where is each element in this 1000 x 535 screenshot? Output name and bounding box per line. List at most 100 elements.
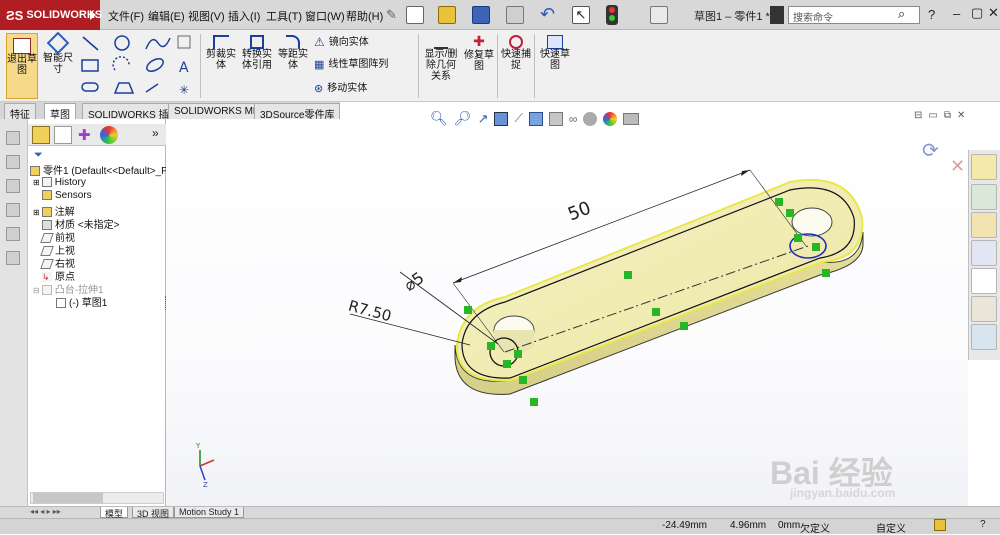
feature-icon[interactable] [6,251,20,265]
pin-icon[interactable]: ✎ [386,7,397,23]
document-title: 草图1 – 零件1 * [694,11,770,23]
expand-icon: ⊞ [33,208,40,217]
move-icon: ⊛ [314,82,324,95]
tree-item-label: History [54,177,86,188]
undo-icon[interactable]: ↶ [540,4,555,25]
move-label: 移动实体 [327,82,368,94]
tab-3dsource[interactable]: 3DSource零件库 [254,103,341,121]
offset-entities-button[interactable]: 等距实体 [276,33,310,83]
mirror-entities-button[interactable]: ⚠ 镜向实体 [314,35,369,49]
plane-tool-icon [177,35,191,49]
tab-motion-study[interactable]: Motion Study 1 [174,507,245,518]
relation-marker [514,350,522,358]
open-icon[interactable] [438,6,456,24]
tab-features[interactable]: 特征 [4,103,36,121]
file-properties-icon[interactable] [650,6,668,24]
app-logo[interactable]: ƧS SOLIDWORKS [0,0,102,30]
menu-tools[interactable]: 工具(T) [266,8,302,24]
rebuild-status-icon[interactable] [934,519,946,531]
design-library-tab-icon[interactable] [971,184,997,210]
tab-nav-arrows-icon[interactable]: ◂◂ ◂ ▸ ▸▸ [30,507,61,516]
text-tool-icon: A [179,60,189,76]
feature-icon[interactable] [6,131,20,145]
new-document-icon[interactable] [406,6,424,24]
tree-item-history[interactable]: ⊞ History [33,177,86,188]
save-icon[interactable] [472,6,490,24]
exit-sketch-icon [13,38,31,54]
panel-expand-icon[interactable]: » [152,126,159,140]
feature-icon[interactable] [6,203,20,217]
feature-icon[interactable] [6,179,20,193]
mirror-icon: ⚠ [314,35,325,49]
tree-item-sketch[interactable]: (-) 草图1 [56,294,107,309]
tab-model[interactable]: 模型 [100,507,129,519]
custom-properties-tab-icon[interactable] [971,296,997,322]
rapid-sketch-button[interactable]: 快速草图 [538,33,572,83]
status-units-mode[interactable]: 自定义 [876,520,906,535]
relation-marker [464,306,472,314]
smart-dimension-button[interactable]: 智能尺寸 [42,31,74,83]
print-icon[interactable] [506,6,524,24]
menu-view[interactable]: 视图(V) [188,8,225,24]
feature-icon[interactable] [6,155,20,169]
repair-label: 修复草图 [464,50,494,72]
collapse-icon: ⊟ [33,286,40,295]
feature-icon[interactable] [6,227,20,241]
relation-marker [530,398,538,406]
expand-icon: ⊞ [33,178,40,187]
tree-root[interactable]: 零件1 (Default<<Default>_P [30,162,168,177]
search-icon[interactable]: ⌕ [898,6,905,22]
exit-sketch-button[interactable]: 退出草图 [6,33,38,99]
relation-marker [794,234,802,242]
display-manager-tab-icon[interactable] [100,126,118,144]
sketch-tools-grid[interactable]: A ✳ [78,32,196,98]
help-icon[interactable]: ? [928,7,935,22]
repair-sketch-button[interactable]: ✚ 修复草图 [462,33,496,83]
menu-insert[interactable]: 插入(I) [228,8,260,24]
status-z-coordinate: 0mm [778,520,801,531]
exit-sketch-label: 退出草图 [7,54,37,76]
help-status-icon[interactable]: ? [980,519,986,530]
watermark-url: jingyan.baidu.com [790,486,896,500]
appearances-tab-icon[interactable] [971,268,997,294]
view-palette-tab-icon[interactable] [971,240,997,266]
menu-file[interactable]: 文件(F) [108,8,144,24]
search-toggle-icon[interactable] [770,6,784,24]
tab-sketch[interactable]: 草图 [44,103,76,121]
tree-root-label: 零件1 (Default<<Default>_P [43,166,168,177]
3dsource-tab-icon[interactable] [971,324,997,350]
config-manager-tab-icon[interactable]: ✚ [78,126,91,144]
tab-3d-view[interactable]: 3D 视图 [132,507,175,519]
relations-button[interactable]: 显示/删除几何关系 [422,33,460,93]
ribbon-separator [200,34,201,98]
trim-entities-button[interactable]: 剪裁实体 [204,33,238,83]
tree-item-sensors[interactable]: Sensors [42,190,92,201]
svg-text:Z: Z [203,481,208,489]
sketch-icon [56,298,66,309]
minimize-icon[interactable]: – [953,6,960,21]
status-sketch-state: 欠定义 [800,524,830,535]
property-manager-tab-icon[interactable] [54,126,72,144]
panel-horizontal-scrollbar[interactable] [30,492,164,504]
arc-tool-icon [112,56,130,71]
relation-marker [786,209,794,217]
feature-manager-tab-icon[interactable] [32,126,50,144]
convert-entities-button[interactable]: 转换实体引用 [240,33,274,83]
spline-tool-icon [145,37,171,50]
quick-snap-button[interactable]: 快速捕捉 [500,33,532,83]
restore-icon[interactable]: ▢ [971,5,983,21]
scrollbar-thumb[interactable] [33,493,103,503]
move-entities-button[interactable]: ⊛ 移动实体 [314,81,367,95]
menu-window[interactable]: 窗口(W) [305,8,345,24]
rebuild-traffic-light-icon[interactable] [606,5,618,25]
select-arrow-icon[interactable]: ↖ [572,6,590,24]
close-icon[interactable]: ✕ [988,5,999,21]
menu-help[interactable]: 帮助(H) [346,8,383,24]
linear-pattern-button[interactable]: ▦ 线性草图阵列 [314,57,388,71]
rectangle-tool-icon [81,59,99,72]
file-explorer-tab-icon[interactable] [971,212,997,238]
menu-edit[interactable]: 编辑(E) [148,8,185,24]
solidworks-resources-tab-icon[interactable] [971,154,997,180]
quick-snap-label: 快速捕捉 [501,49,531,71]
filter-icon[interactable]: ⏷ [34,149,43,162]
